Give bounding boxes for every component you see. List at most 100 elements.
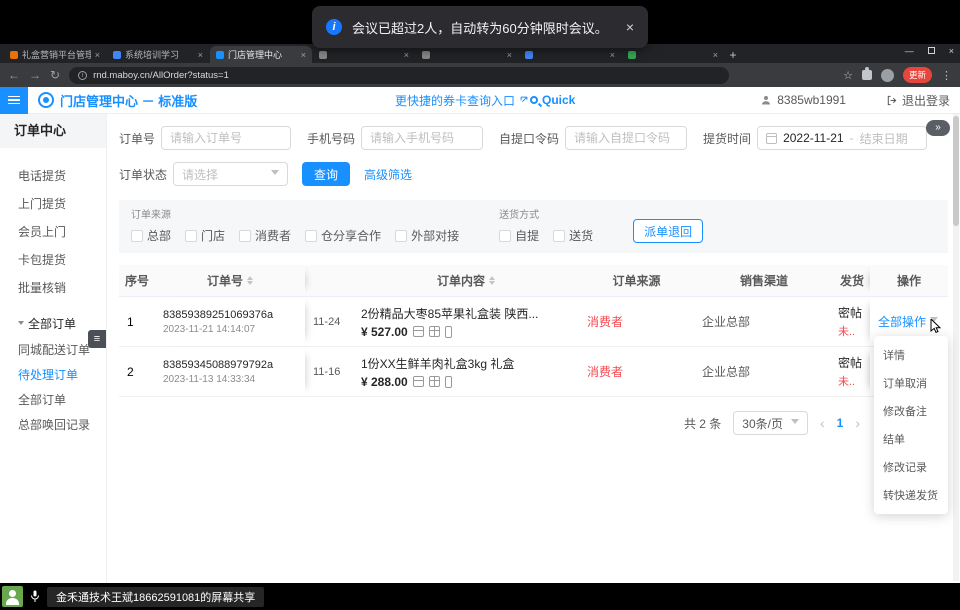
date-range-picker[interactable]: 2022-11-21 - 结束日期 [757, 126, 927, 150]
prev-page-button[interactable]: ‹ [820, 415, 825, 431]
tab-close-icon[interactable]: × [507, 50, 512, 60]
page-scrollbar [953, 114, 959, 581]
quick-search[interactable]: Quick [530, 93, 575, 107]
current-page[interactable]: 1 [837, 416, 844, 430]
profile-avatar[interactable] [881, 69, 894, 82]
sidebar-item-door-pickup[interactable]: 上门提货 [0, 190, 106, 218]
next-page-button[interactable]: › [855, 415, 860, 431]
tab-favicon [10, 51, 18, 59]
reload-icon[interactable]: ↻ [50, 69, 60, 81]
menu-item-details[interactable]: 详情 [874, 341, 948, 369]
back-icon[interactable]: ← [8, 69, 20, 81]
panel-collapse-button[interactable]: » [926, 120, 950, 136]
sort-icon[interactable] [247, 273, 253, 288]
page-size-select[interactable]: 30条/页 [733, 411, 808, 435]
sidebar-item-pending-orders[interactable]: 待处理订单 [0, 363, 106, 388]
checkbox-icon [553, 230, 565, 242]
tab-close-icon[interactable]: × [404, 50, 409, 60]
tab-close-icon[interactable]: × [713, 50, 718, 60]
address-bar[interactable]: i rnd.maboy.cn/AllOrder?status=1 [69, 67, 729, 84]
order-status-select[interactable]: 请选择 [173, 162, 288, 186]
tab-favicon [113, 51, 121, 59]
checkbox-delivery[interactable]: 送货 [553, 227, 593, 244]
header-order-no[interactable]: 订单号 [155, 265, 305, 296]
browser-tab-3-active[interactable]: 门店管理中心 × [210, 46, 312, 63]
chrome-update-badge[interactable]: 更新 [903, 67, 932, 83]
sidebar-item-member-visit[interactable]: 会员上门 [0, 218, 106, 246]
checkbox-icon [395, 230, 407, 242]
scrollbar-thumb[interactable] [953, 116, 959, 226]
tab-favicon [628, 51, 636, 59]
order-no-input[interactable] [161, 126, 291, 150]
header-order-source: 订单来源 [579, 265, 694, 296]
sidebar-item-all-orders[interactable]: 全部订单 [0, 388, 106, 413]
menu-item-cancel-order[interactable]: 订单取消 [874, 369, 948, 397]
share-status-label: 金禾通技术王斌18662591081的屏幕共享 [47, 587, 264, 607]
pickup-code-input[interactable] [565, 126, 687, 150]
table-row: 1 83859389251069376a 2023-11-21 14:14:07… [119, 297, 948, 347]
checkbox-warehouse-share[interactable]: 仓分享合作 [305, 227, 381, 244]
checkbox-hq[interactable]: 总部 [131, 227, 171, 244]
checkbox-store[interactable]: 门店 [185, 227, 225, 244]
menu-item-express-ship[interactable]: 转快递发货 [874, 481, 948, 509]
coupon-query-link[interactable]: 更快捷的券卡查询入口 [395, 92, 529, 109]
header-index: 序号 [119, 265, 155, 296]
checkbox-icon [305, 230, 317, 242]
checkbox-self-pickup[interactable]: 自提 [499, 227, 539, 244]
user-account[interactable]: 8385wb1991 [760, 93, 846, 107]
window-close-button[interactable]: × [949, 46, 954, 56]
menu-item-edit-remark[interactable]: 修改备注 [874, 397, 948, 425]
browser-menu-icon[interactable]: ⋮ [941, 69, 952, 82]
phone-input[interactable] [361, 126, 483, 150]
tab-close-icon[interactable]: × [198, 50, 203, 60]
sidebar-item-hq-recall-records[interactable]: 总部唤回记录 [0, 413, 106, 438]
browser-tab-4[interactable]: × [313, 46, 415, 63]
order-source-label: 订单来源 [131, 206, 473, 221]
menu-item-close-order[interactable]: 结单 [874, 425, 948, 453]
window-minimize-button[interactable]: — [905, 46, 914, 56]
new-tab-button[interactable]: + [725, 47, 741, 63]
cell-shipping: 密帖 未.. [834, 297, 870, 346]
forward-icon[interactable]: → [29, 69, 41, 81]
menu-item-edit-history[interactable]: 修改记录 [874, 453, 948, 481]
extensions-icon[interactable] [862, 70, 872, 80]
all-actions-dropdown[interactable]: 全部操作 [878, 313, 940, 330]
external-link-icon [519, 95, 529, 105]
tab-close-icon[interactable]: × [610, 50, 615, 60]
sidebar-collapse-button[interactable]: ≡ [88, 330, 106, 348]
tab-close-icon[interactable]: × [301, 50, 306, 60]
logout-button[interactable]: 退出登录 [886, 92, 950, 109]
logout-icon [886, 95, 897, 106]
sidebar-toggle-button[interactable] [0, 87, 28, 114]
window-maximize-button[interactable] [928, 46, 935, 56]
dispatch-return-button[interactable]: 派单退回 [633, 219, 703, 243]
browser-tab-1[interactable]: 礼盒营销平台管理中心 × [4, 46, 106, 63]
sidebar-item-batch-verify[interactable]: 批量核销 [0, 274, 106, 302]
site-info-icon[interactable]: i [78, 71, 87, 80]
sort-icon[interactable] [489, 273, 495, 288]
checkbox-icon [239, 230, 251, 242]
delivery-method-label: 送货方式 [499, 206, 607, 221]
browser-tab-2[interactable]: 系统培训学习 × [107, 46, 209, 63]
bookmark-star-icon[interactable]: ☆ [843, 69, 853, 82]
sidebar-item-phone-pickup[interactable]: 电话提货 [0, 162, 106, 190]
order-source-panel: 订单来源 总部 门店 消费者 仓分享合作 外部对接 送货方式 自提 送货 [119, 200, 948, 253]
advanced-filter-link[interactable]: 高级筛选 [364, 166, 412, 183]
url-text: rnd.maboy.cn/AllOrder?status=1 [93, 70, 229, 81]
tab-close-icon[interactable]: × [95, 50, 100, 60]
browser-tab-6[interactable]: × [519, 46, 621, 63]
package-icon [413, 326, 424, 337]
checkbox-consumer[interactable]: 消费者 [239, 227, 291, 244]
toast-close-button[interactable]: × [626, 19, 634, 35]
username: 8385wb1991 [777, 93, 846, 107]
header-right: 8385wb1991 退出登录 [760, 92, 950, 109]
sidebar-item-card-pickup[interactable]: 卡包提货 [0, 246, 106, 274]
user-icon [760, 94, 772, 106]
browser-tab-7[interactable]: × [622, 46, 724, 63]
sharer-avatar [2, 586, 23, 607]
checkbox-external[interactable]: 外部对接 [395, 227, 459, 244]
browser-tab-5[interactable]: × [416, 46, 518, 63]
search-icon [530, 96, 538, 104]
search-button[interactable]: 查询 [302, 162, 350, 186]
header-order-content[interactable]: 订单内容 [353, 265, 579, 296]
